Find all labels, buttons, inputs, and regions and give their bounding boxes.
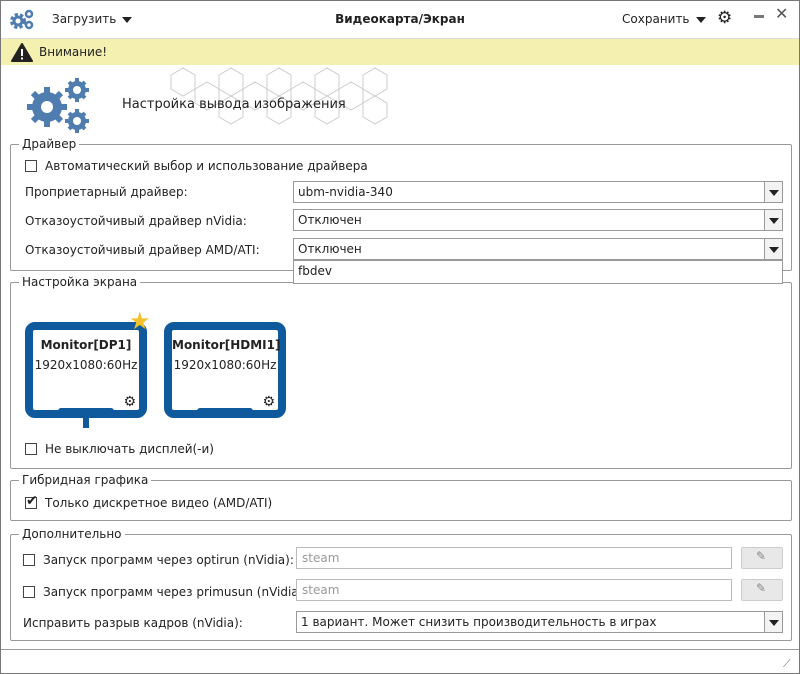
- hybrid-legend: Гибридная графика: [22, 473, 149, 487]
- proprietary-driver-select[interactable]: ubm-nvidia-340: [293, 181, 783, 203]
- dropdown-option-fbdev[interactable]: fbdev: [298, 264, 778, 278]
- select-value: Отключен: [298, 242, 362, 256]
- chevron-down-icon: [122, 16, 133, 23]
- discrete-video-checkbox[interactable]: ✔: [25, 493, 38, 509]
- edit-icon: ✎: [756, 549, 767, 563]
- monitor-mode: 1920x1080:60Hz: [173, 358, 277, 372]
- load-menu-button[interactable]: Загрузить: [52, 12, 133, 26]
- monitor-name: Monitor[DP1]: [40, 338, 132, 352]
- optirun-checkbox[interactable]: [23, 554, 35, 566]
- primusun-input[interactable]: steam: [296, 579, 732, 601]
- resize-grip-icon[interactable]: ⟋: [783, 657, 791, 671]
- primusun-checkbox[interactable]: [23, 586, 35, 598]
- chevron-down-icon: [695, 16, 706, 23]
- select-value: ubm-nvidia-340: [298, 185, 393, 199]
- checkmark-icon: ✔: [26, 493, 38, 509]
- minimize-button[interactable]: [754, 15, 764, 18]
- warning-icon: [11, 43, 33, 62]
- auto-driver-checkbox[interactable]: [25, 160, 37, 172]
- driver-legend: Драйвер: [22, 137, 77, 151]
- header-title: Настройка вывода изображения: [122, 97, 346, 112]
- monitor-mode: 1920x1080:60Hz: [34, 358, 138, 372]
- select-value: Отключен: [298, 213, 362, 227]
- primary-star-icon: ★: [129, 307, 151, 335]
- warning-text: Внимание!: [39, 45, 108, 59]
- auto-driver-label: Автоматический выбор и использование дра…: [45, 159, 368, 173]
- app-gear-icon: [10, 9, 34, 30]
- extra-legend: Дополнительно: [22, 527, 122, 541]
- header-gears-icon: [27, 78, 89, 133]
- tearing-fix-select[interactable]: 1 вариант. Может снизить производительно…: [296, 611, 783, 633]
- save-menu-button[interactable]: Сохранить: [622, 12, 706, 26]
- chevron-down-icon[interactable]: [764, 210, 782, 230]
- chevron-down-icon[interactable]: [764, 239, 782, 259]
- screen-legend: Настройка экрана: [22, 275, 138, 289]
- keep-display-on-checkbox[interactable]: [25, 443, 37, 455]
- discrete-video-label: Только дискретное видео (AMD/ATI): [45, 496, 273, 510]
- optirun-edit-button[interactable]: ✎: [741, 547, 783, 569]
- close-button[interactable]: ✕: [775, 4, 788, 23]
- tearing-fix-label: Исправить разрыв кадров (nVidia):: [23, 616, 243, 630]
- save-label: Сохранить: [622, 12, 690, 26]
- warning-bar: Внимание!: [1, 38, 799, 65]
- nvidia-failsafe-label: Отказоустойчивый драйвер nVidia:: [25, 214, 247, 228]
- amd-failsafe-label: Отказоустойчивый драйвер AMD/ATI:: [25, 243, 260, 257]
- monitor-name: Monitor[HDMI1]: [172, 338, 281, 352]
- select-value: 1 вариант. Может снизить производительно…: [301, 615, 657, 629]
- primusun-edit-button[interactable]: ✎: [741, 579, 783, 601]
- chevron-down-icon[interactable]: [764, 612, 782, 632]
- edit-icon: ✎: [756, 581, 767, 595]
- settings-gear-icon[interactable]: ⚙: [717, 10, 732, 27]
- optirun-input[interactable]: steam: [296, 547, 732, 569]
- primusun-label: Запуск программ через primusun (nVidia):: [43, 585, 308, 599]
- amd-failsafe-dropdown-list: fbdev: [293, 260, 783, 284]
- chevron-down-icon[interactable]: [764, 182, 782, 202]
- optirun-label: Запуск программ через optirun (nVidia):: [43, 553, 294, 567]
- monitor-dp1[interactable]: Monitor[DP1] 1920x1080:60Hz ⚙: [25, 322, 147, 418]
- monitor-hdmi1[interactable]: Monitor[HDMI1] 1920x1080:60Hz ⚙: [164, 322, 286, 418]
- monitor-settings-gear-icon[interactable]: ⚙: [262, 394, 275, 410]
- load-label: Загрузить: [52, 12, 117, 26]
- status-bar-divider: [1, 649, 799, 650]
- keep-display-on-label: Не выключать дисплей(-и): [45, 442, 214, 456]
- amd-failsafe-select[interactable]: Отключен: [293, 238, 783, 260]
- proprietary-driver-label: Проприетарный драйвер:: [25, 185, 188, 199]
- nvidia-failsafe-select[interactable]: Отключен: [293, 209, 783, 231]
- monitor-settings-gear-icon[interactable]: ⚙: [123, 394, 136, 410]
- title-bar: Загрузить Видеокарта/Экран Сохранить ⚙ ✕: [1, 1, 799, 38]
